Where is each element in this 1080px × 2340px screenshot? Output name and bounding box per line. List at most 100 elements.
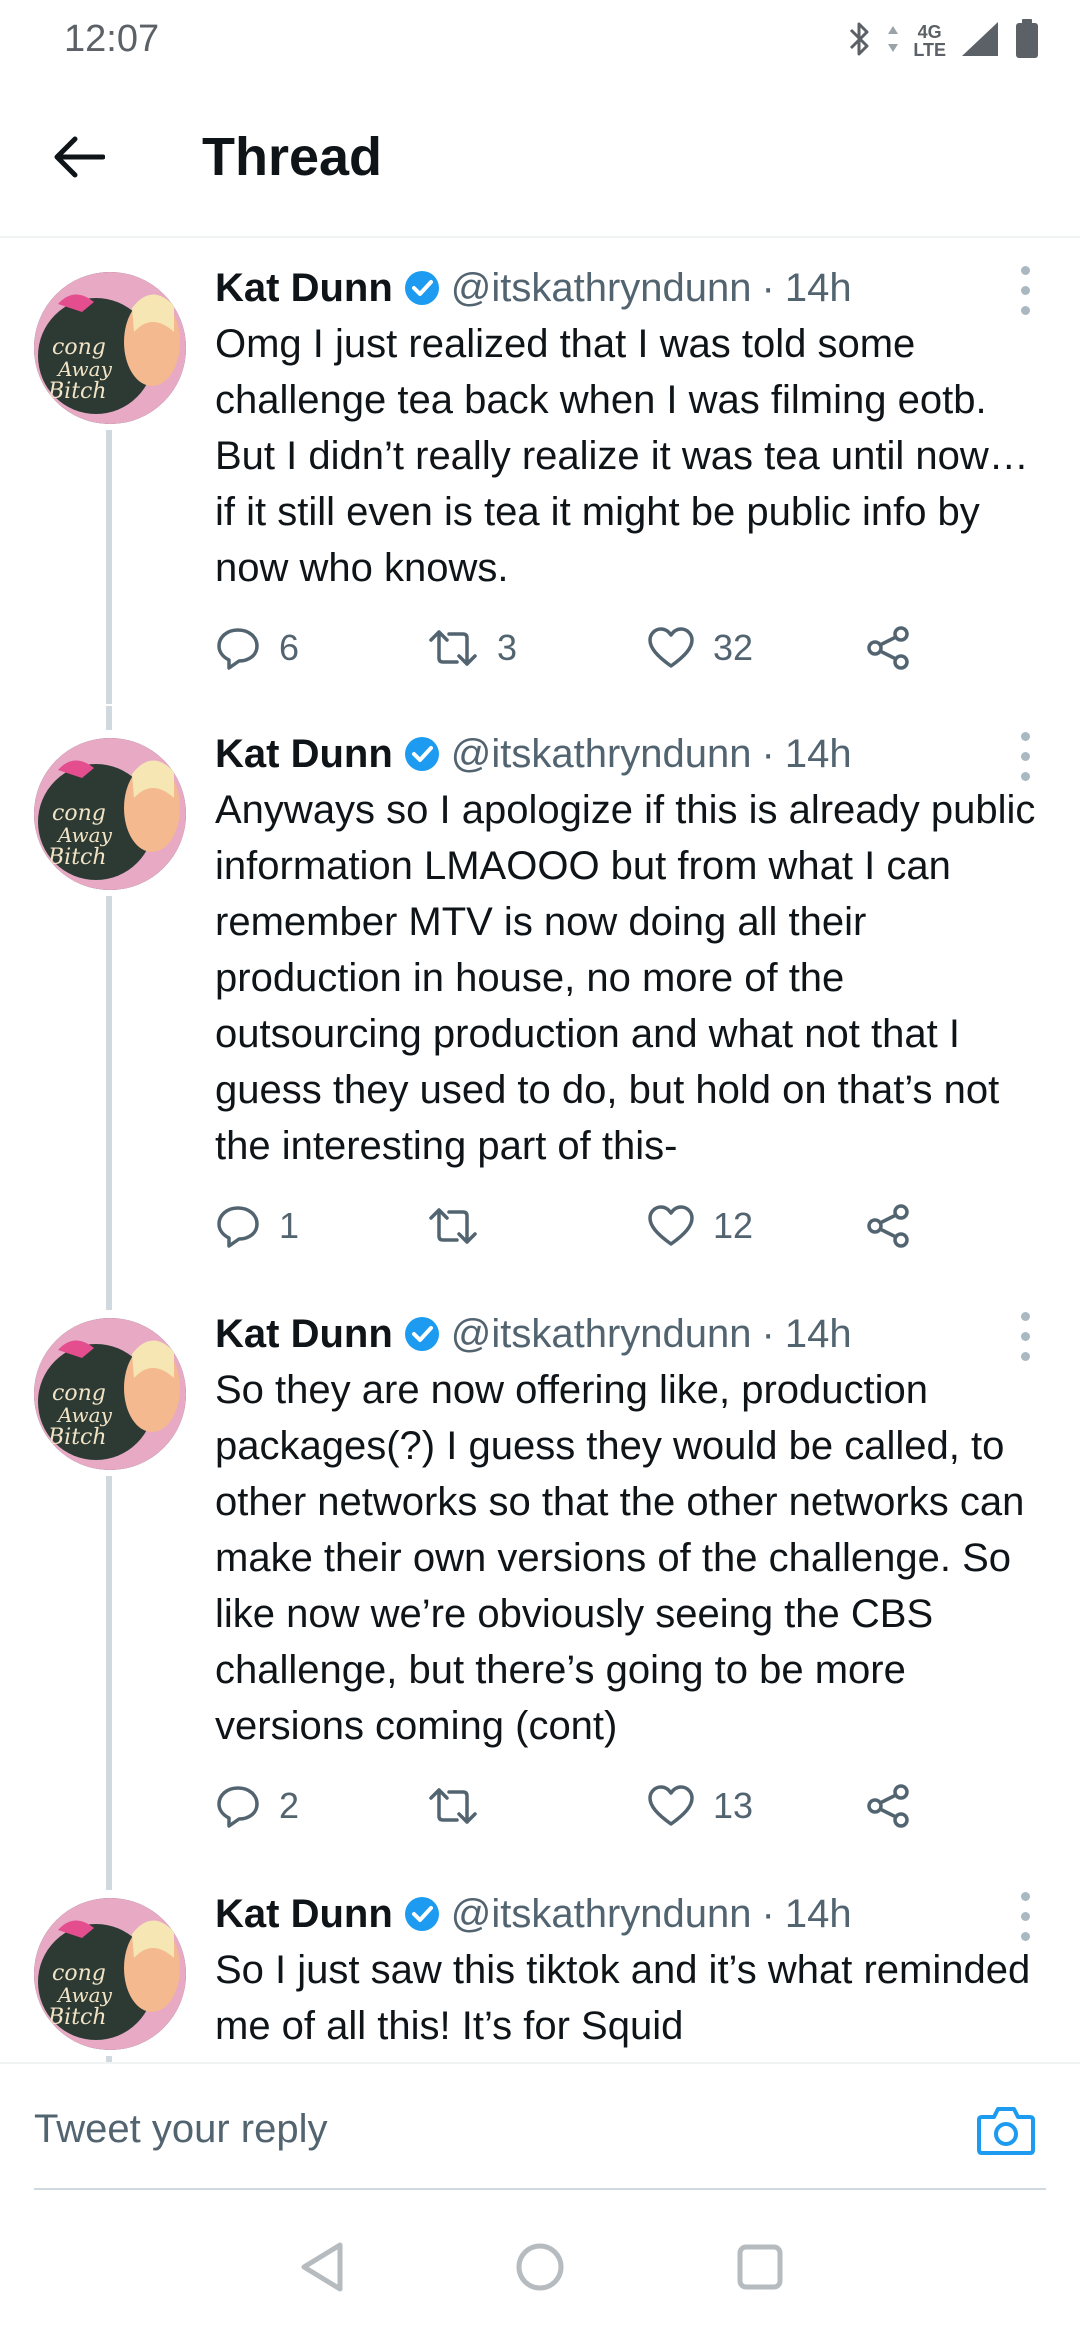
- status-bar: 12:07 4G LTE: [0, 0, 1080, 80]
- nav-recents-button[interactable]: [725, 2232, 795, 2302]
- author-handle[interactable]: @itskathryndunn: [451, 1312, 752, 1357]
- heart-icon: [648, 627, 694, 668]
- back-triangle-icon: [301, 2242, 343, 2292]
- tweet-header: Kat Dunn @itskathryndunn · 14h: [215, 726, 990, 782]
- verified-badge-icon: [403, 269, 441, 307]
- more-options-button[interactable]: [1008, 1886, 1042, 1946]
- avatar[interactable]: cong Away Bitch: [34, 272, 186, 424]
- signal-icon: [960, 20, 1000, 63]
- reply-button[interactable]: 6: [215, 618, 299, 678]
- system-nav-bar: [0, 2192, 1080, 2340]
- tweet-time[interactable]: 14h: [785, 1312, 852, 1357]
- retweet-icon: [429, 630, 477, 666]
- separator-dot: ·: [761, 1311, 775, 1356]
- tweet-actions: 6 3 32: [215, 618, 975, 678]
- avatar-image: cong Away Bitch: [34, 738, 186, 890]
- retweet-button[interactable]: [427, 1196, 497, 1256]
- like-count: 13: [713, 1785, 754, 1826]
- heart-icon: [648, 1205, 694, 1246]
- verified-badge-icon: [403, 735, 441, 773]
- svg-text:Bitch: Bitch: [47, 379, 107, 404]
- avatar-image: cong Away Bitch: [34, 272, 186, 424]
- thread-line: [106, 430, 112, 704]
- status-icons: 4G LTE: [847, 18, 1040, 64]
- more-options-button[interactable]: [1008, 1306, 1042, 1366]
- tweet[interactable]: cong Away Bitch Kat Dunn @itskathryndunn…: [0, 706, 1080, 1286]
- thread-line: [106, 1866, 112, 1890]
- svg-text:Away: Away: [56, 823, 113, 847]
- author-name[interactable]: Kat Dunn: [215, 732, 393, 777]
- like-button[interactable]: 13: [647, 1776, 753, 1836]
- reply-input[interactable]: [34, 2084, 934, 2174]
- author-name[interactable]: Kat Dunn: [215, 266, 393, 311]
- tweet-text: So they are now offering like, productio…: [215, 1368, 1025, 1748]
- arrow-left-icon: [53, 135, 106, 184]
- nav-back-button[interactable]: [287, 2232, 357, 2302]
- share-button[interactable]: [865, 618, 911, 678]
- svg-text:Bitch: Bitch: [47, 845, 107, 870]
- tweet[interactable]: cong Away Bitch Kat Dunn @itskathryndunn…: [0, 1286, 1080, 1866]
- avatar[interactable]: cong Away Bitch: [34, 738, 186, 890]
- tweet-text: So I just saw this tiktok and it’s what …: [215, 1948, 1031, 2048]
- app-bar: Thread: [0, 80, 1080, 238]
- thread[interactable]: cong Away Bitch Kat Dunn @itskathryndunn…: [0, 240, 1080, 2062]
- network-type: 4G LTE: [913, 23, 946, 59]
- camera-button[interactable]: [970, 2094, 1042, 2166]
- like-button[interactable]: 32: [647, 618, 753, 678]
- more-options-button[interactable]: [1008, 260, 1042, 320]
- svg-text:Away: Away: [56, 357, 113, 381]
- like-button[interactable]: 12: [647, 1196, 753, 1256]
- author-handle[interactable]: @itskathryndunn: [451, 266, 752, 311]
- nav-home-button[interactable]: [505, 2232, 575, 2302]
- retweet-icon: [429, 1788, 477, 1824]
- back-button[interactable]: [44, 124, 114, 194]
- share-button[interactable]: [865, 1196, 911, 1256]
- tweet-header: Kat Dunn @itskathryndunn · 14h: [215, 1306, 990, 1362]
- retweet-button[interactable]: 3: [427, 618, 517, 678]
- author-name[interactable]: Kat Dunn: [215, 1312, 393, 1357]
- thread-line: [106, 1286, 112, 1310]
- avatar[interactable]: cong Away Bitch: [34, 1898, 186, 2050]
- data-arrows-icon: [887, 24, 899, 59]
- share-icon: [867, 1204, 909, 1248]
- tweet-header: Kat Dunn @itskathryndunn · 14h: [215, 260, 990, 316]
- reply-button[interactable]: 1: [215, 1196, 299, 1256]
- retweet-icon: [429, 1208, 477, 1244]
- like-count: 32: [713, 627, 754, 668]
- tweet-time[interactable]: 14h: [785, 266, 852, 311]
- page-title: Thread: [202, 127, 383, 187]
- separator-dot: ·: [761, 1891, 775, 1936]
- reply-count: 2: [279, 1785, 300, 1826]
- svg-text:Away: Away: [56, 1983, 113, 2007]
- share-button[interactable]: [865, 1776, 911, 1836]
- reply-count: 6: [279, 627, 300, 668]
- reply-icon: [217, 1786, 259, 1828]
- reply-button[interactable]: 2: [215, 1776, 299, 1836]
- svg-text:Bitch: Bitch: [47, 2005, 107, 2030]
- heart-icon: [648, 1785, 694, 1826]
- thread-line: [106, 706, 112, 730]
- network-4g: 4G: [917, 22, 942, 42]
- reply-count: 1: [279, 1205, 300, 1246]
- reply-icon: [217, 628, 259, 670]
- svg-text:Away: Away: [56, 1403, 113, 1427]
- more-options-button[interactable]: [1008, 726, 1042, 786]
- reply-composer: [0, 2062, 1080, 2192]
- tweet-time[interactable]: 14h: [785, 1892, 852, 1937]
- author-handle[interactable]: @itskathryndunn: [451, 1892, 752, 1937]
- tweet-actions: 2 13: [215, 1776, 975, 1836]
- retweet-button[interactable]: [427, 1776, 497, 1836]
- thread-line: [106, 896, 112, 1286]
- tweet[interactable]: cong Away Bitch Kat Dunn @itskathryndunn…: [0, 1866, 1080, 2062]
- verified-badge-icon: [403, 1895, 441, 1933]
- author-handle[interactable]: @itskathryndunn: [451, 732, 752, 777]
- tweet-text: Anyways so I apologize if this is alread…: [215, 788, 1036, 1168]
- verified-badge-icon: [403, 1315, 441, 1353]
- tweet[interactable]: cong Away Bitch Kat Dunn @itskathryndunn…: [0, 240, 1080, 704]
- author-name[interactable]: Kat Dunn: [215, 1892, 393, 1937]
- avatar[interactable]: cong Away Bitch: [34, 1318, 186, 1470]
- separator-dot: ·: [761, 731, 775, 776]
- like-count: 12: [713, 1205, 754, 1246]
- tweet-time[interactable]: 14h: [785, 732, 852, 777]
- home-circle-icon: [516, 2243, 564, 2291]
